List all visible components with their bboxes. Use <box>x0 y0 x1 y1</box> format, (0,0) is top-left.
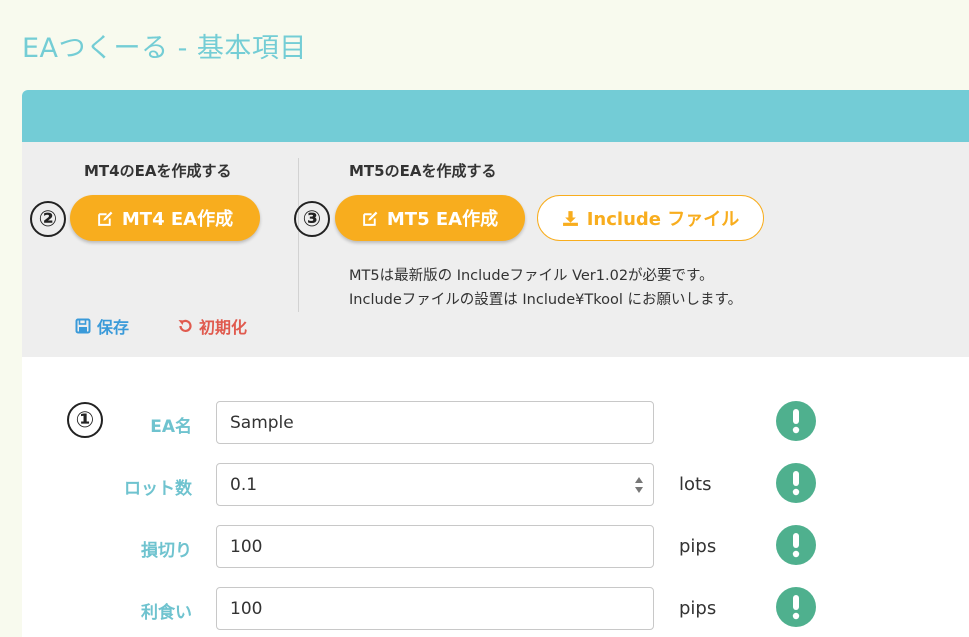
mt4-create-button[interactable]: MT4 EA作成 <box>70 195 260 241</box>
exclamation-icon <box>776 587 816 627</box>
toolbar: MT4のEAを作成する ② MT4 EA作成 MT5のEAを作成する ③ MT5… <box>22 142 969 357</box>
edit-icon <box>362 209 380 227</box>
mt4-section-title: MT4のEAを作成する <box>84 162 232 180</box>
reset-link[interactable]: 初期化 <box>176 314 247 338</box>
include-file-button[interactable]: Include ファイル <box>537 195 764 241</box>
exclamation-icon <box>776 401 816 441</box>
include-file-label: Include ファイル <box>586 209 740 230</box>
card-header <box>22 90 969 142</box>
lot-label: ロット数 <box>124 479 192 499</box>
stop-loss-row: 損切り 100 pips <box>22 525 969 569</box>
step-number-3: ③ <box>294 201 330 237</box>
exclamation-icon <box>776 525 816 565</box>
save-link[interactable]: 保存 <box>74 314 129 338</box>
lot-row: ロット数 0.1 lots <box>22 463 969 507</box>
ea-name-label: EA名 <box>150 417 192 437</box>
mt4-create-label: MT4 EA作成 <box>121 209 234 230</box>
take-profit-label: 利食い <box>141 603 192 623</box>
save-label: 保存 <box>97 318 130 337</box>
take-profit-input[interactable]: 100 <box>216 587 654 630</box>
main-card: MT4のEAを作成する ② MT4 EA作成 MT5のEAを作成する ③ MT5… <box>22 90 969 637</box>
floppy-disk-icon <box>74 317 92 335</box>
undo-icon <box>176 317 194 335</box>
download-icon <box>562 209 580 227</box>
exclamation-icon <box>776 463 816 503</box>
spinner-icon[interactable] <box>634 474 644 496</box>
reset-label: 初期化 <box>199 318 248 337</box>
lot-unit: lots <box>679 474 712 495</box>
section-divider <box>298 158 299 312</box>
mt5-create-label: MT5 EA作成 <box>386 209 499 230</box>
mt5-section-title: MT5のEAを作成する <box>349 162 497 180</box>
mt5-create-button[interactable]: MT5 EA作成 <box>335 195 525 241</box>
edit-icon <box>97 209 115 227</box>
stop-loss-unit: pips <box>679 536 717 557</box>
stop-loss-input[interactable]: 100 <box>216 525 654 568</box>
step-number-2: ② <box>30 201 66 237</box>
lot-value: 0.1 <box>230 474 258 495</box>
include-note-line2: Includeファイルの設置は Include¥Tkool にお願いします。 <box>349 292 743 308</box>
page-title: EAつくーる - 基本項目 <box>22 33 307 64</box>
ea-name-row: EA名 Sample <box>22 401 969 445</box>
lot-input[interactable]: 0.1 <box>216 463 654 506</box>
include-note-line1: MT5は最新版の Includeファイル Ver1.02が必要です。 <box>349 268 714 284</box>
ea-name-input[interactable]: Sample <box>216 401 654 444</box>
stop-loss-label: 損切り <box>141 541 192 561</box>
take-profit-row: 利食い 100 pips <box>22 587 969 631</box>
take-profit-unit: pips <box>679 598 717 619</box>
